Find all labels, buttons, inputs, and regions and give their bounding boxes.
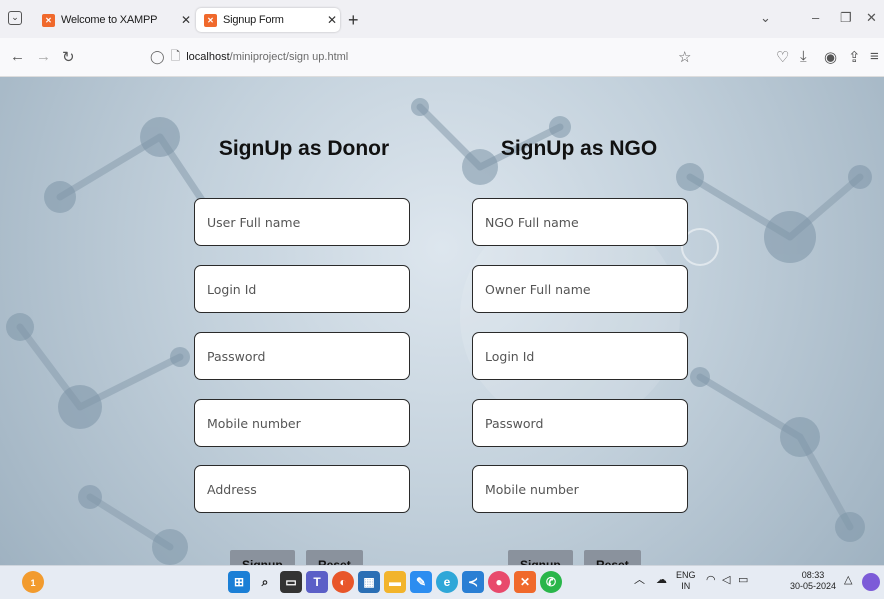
ngo-password-input[interactable] (472, 399, 688, 447)
clock-date: 30-05-2024 (790, 581, 837, 591)
ngo-owner-name-input[interactable] (472, 265, 688, 313)
tab-signup-form[interactable]: ✕ Signup Form ✕ (196, 8, 340, 32)
ngo-form-title: SignUp as NGO (500, 137, 658, 160)
donor-reset-button[interactable]: Reset (306, 550, 363, 565)
account-icon[interactable]: ◉ (824, 48, 837, 66)
donor-address-input[interactable] (194, 465, 410, 513)
bookmark-star-icon[interactable]: ☆ (678, 48, 691, 66)
clock-time: 08:33 (801, 570, 825, 580)
teams-icon[interactable]: T (306, 571, 328, 593)
page-icon: 🗋 (170, 48, 181, 63)
chevron-down-icon[interactable]: ⌄ (760, 10, 771, 26)
xampp-icon[interactable]: ✕ (514, 571, 536, 593)
molecule-background (6, 98, 872, 565)
task-view-icon[interactable]: ▭ (280, 571, 302, 593)
ngo-full-name-input[interactable] (472, 198, 688, 246)
close-tab-icon[interactable]: ✕ (324, 13, 340, 27)
whatsapp-icon[interactable]: ✆ (540, 571, 562, 593)
minimize-icon[interactable]: – (812, 10, 819, 25)
back-icon[interactable]: ← (10, 48, 25, 65)
search-icon[interactable]: ⌕ (254, 571, 276, 593)
language-indicator[interactable]: ENG IN (676, 570, 696, 592)
tab-title: Signup Form (223, 14, 284, 26)
notifications-bell-icon[interactable]: △ (844, 575, 852, 586)
shield-icon: ◯ (150, 49, 165, 64)
ngo-login-id-input[interactable] (472, 332, 688, 380)
restore-icon[interactable]: ❐ (840, 10, 852, 26)
language-code: ENG (676, 570, 696, 580)
ngo-reset-button[interactable]: Reset (584, 550, 641, 565)
donor-signup-button[interactable]: Signup (230, 550, 295, 565)
download-icon[interactable]: ⤓ (800, 48, 807, 65)
share-icon[interactable]: ⇪ (848, 48, 861, 66)
donor-mobile-input[interactable] (194, 399, 410, 447)
copilot-icon[interactable] (862, 573, 880, 591)
xampp-favicon-icon: ✕ (204, 13, 217, 27)
notepad-icon[interactable]: ✎ (410, 571, 432, 593)
volume-icon[interactable]: ◁ (722, 575, 730, 586)
app-icon[interactable]: ● (488, 571, 510, 593)
vscode-icon[interactable]: ≺ (462, 571, 484, 593)
tab-title: Welcome to XAMPP (61, 14, 158, 26)
pocket-icon[interactable]: ♡ (776, 48, 789, 66)
file-explorer-icon[interactable]: ▬ (384, 571, 406, 593)
new-tab-icon[interactable]: + (348, 10, 359, 31)
browser-tab-bar: ⌄ ✕ Welcome to XAMPP ✕ ✕ Signup Form ✕ +… (0, 0, 884, 38)
region-code: IN (681, 581, 691, 591)
start-windows-icon[interactable]: ⊞ (228, 571, 250, 593)
close-tab-icon[interactable]: ✕ (178, 13, 194, 27)
edge-icon[interactable]: e (436, 571, 458, 593)
close-window-icon[interactable]: ✕ (866, 10, 877, 26)
list-all-tabs-icon[interactable]: ⌄ (8, 11, 22, 25)
windows-taskbar: 1 ⊞ ⌕ ▭ T ◐ ▦ ▬ ✎ e ≺ ● ✕ ✆ ︿ ☁ ENG IN ◠… (0, 565, 884, 599)
donor-full-name-input[interactable] (194, 198, 410, 246)
onedrive-icon[interactable]: ☁ (656, 575, 667, 586)
tab-welcome-xampp[interactable]: ✕ Welcome to XAMPP ✕ (34, 8, 194, 32)
browser-nav-bar: ← → ↻ ◯ 🗋 localhost/miniproject/sign up.… (0, 38, 884, 77)
donor-password-input[interactable] (194, 332, 410, 380)
donor-form-title: SignUp as Donor (218, 137, 390, 160)
ngo-signup-button[interactable]: Signup (508, 550, 573, 565)
menu-icon[interactable]: ≡ (870, 48, 879, 65)
xampp-favicon-icon: ✕ (42, 13, 55, 27)
clock[interactable]: 08:33 30-05-2024 (790, 570, 836, 592)
url-host: localhost (186, 51, 230, 63)
address-bar[interactable]: ◯ 🗋 localhost/miniproject/sign up.html (150, 43, 700, 71)
firefox-icon[interactable]: ◐ (332, 571, 354, 593)
signup-page: SignUp as Donor Signup Reset SignUp as N… (0, 77, 884, 565)
notification-count: 1 (30, 578, 36, 588)
store-icon[interactable]: ▦ (358, 571, 380, 593)
url-path: /miniproject/sign up.html (229, 51, 349, 63)
ngo-mobile-input[interactable] (472, 465, 688, 513)
donor-login-id-input[interactable] (194, 265, 410, 313)
chevron-up-icon[interactable]: ︿ (634, 575, 645, 586)
forward-icon[interactable]: → (36, 48, 51, 65)
weather-widget-icon[interactable]: 1 (22, 571, 44, 593)
reload-icon[interactable]: ↻ (62, 48, 75, 66)
battery-icon[interactable]: ▭ (738, 575, 748, 586)
wifi-icon[interactable]: ◠ (706, 575, 716, 586)
